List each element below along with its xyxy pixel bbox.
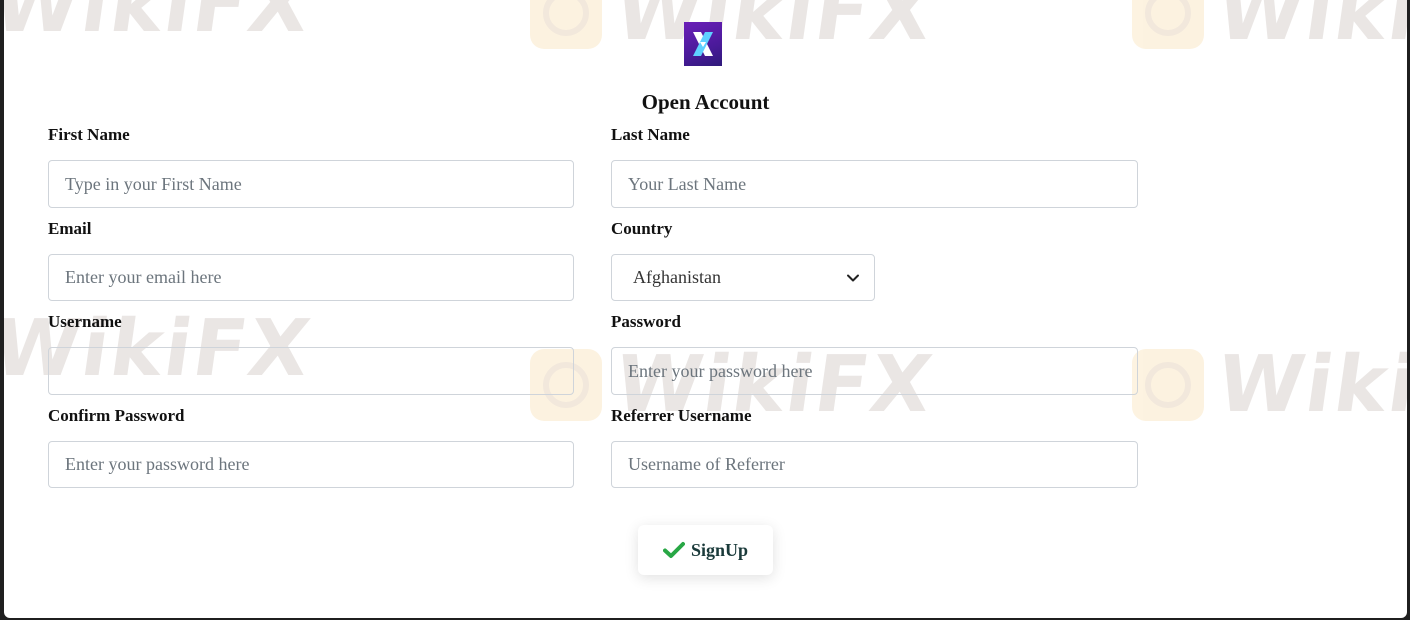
check-icon [662, 542, 685, 558]
watermark-text: WikiFX [4, 0, 318, 50]
country-label: Country [611, 219, 673, 238]
email-input[interactable] [48, 254, 574, 301]
watermark-badge-icon [1132, 349, 1204, 421]
last-name-input[interactable] [611, 160, 1138, 208]
last-name-label: Last Name [611, 125, 690, 144]
watermark: WikiFX [530, 0, 939, 58]
confirm-password-label: Confirm Password [48, 406, 185, 425]
watermark-text: WikiFX [1211, 340, 1407, 430]
watermark-text: WikiFX [1211, 0, 1407, 58]
signup-button-label: SignUp [690, 539, 749, 560]
page-title: Open Account [641, 90, 770, 114]
x-logo-icon [684, 22, 722, 66]
email-label: Email [48, 219, 92, 238]
watermark: WikiFX [4, 0, 317, 50]
confirm-password-input[interactable] [48, 441, 574, 488]
watermark-badge-icon [1132, 0, 1204, 49]
country-selected-value: Afghanistan [633, 267, 721, 287]
watermark-text: WikiFX [609, 0, 940, 58]
username-input[interactable] [48, 347, 574, 395]
first-name-input[interactable] [48, 160, 574, 208]
country-select[interactable]: Afghanistan [611, 254, 875, 301]
username-label: Username [48, 312, 122, 331]
watermark: WikiFX [1132, 340, 1407, 430]
open-account-modal: WikiFX WikiFX WikiFX WikiFX WikiFX WikiF… [4, 0, 1407, 618]
referrer-username-input[interactable] [611, 441, 1138, 488]
password-input[interactable] [611, 347, 1138, 395]
page-backdrop: WikiFX WikiFX WikiFX WikiFX WikiFX WikiF… [0, 0, 1410, 620]
watermark-badge-icon [530, 0, 602, 49]
watermark: WikiFX [1132, 0, 1407, 58]
referrer-username-label: Referrer Username [611, 406, 752, 425]
chevron-down-icon [847, 274, 859, 281]
signup-button[interactable]: SignUp [638, 525, 773, 575]
password-label: Password [611, 312, 681, 331]
first-name-label: First Name [48, 125, 130, 144]
